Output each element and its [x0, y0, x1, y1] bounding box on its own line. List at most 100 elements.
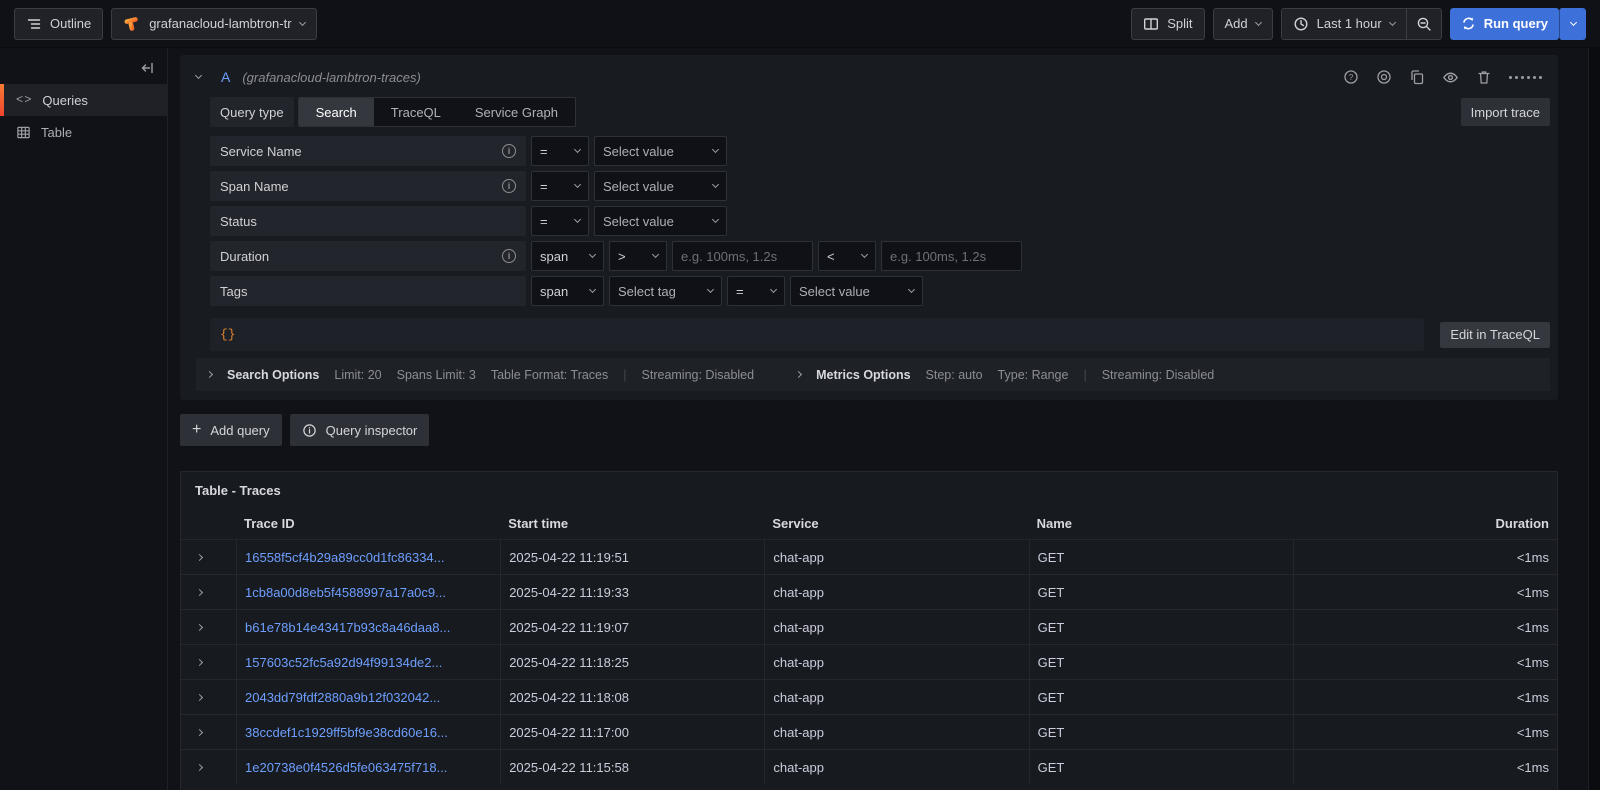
duration-input[interactable]	[672, 241, 813, 271]
query-inspector-button[interactable]: Query inspector	[290, 414, 430, 446]
chevron-right-icon[interactable]	[795, 371, 802, 378]
svg-text:?: ?	[1349, 73, 1354, 82]
operator-select[interactable]: =	[531, 206, 589, 236]
chevron-down-icon	[652, 251, 659, 258]
info-circle-icon[interactable]: i	[502, 179, 516, 193]
cell-duration: <1ms	[1293, 715, 1557, 749]
disable-query-icon[interactable]	[1376, 69, 1392, 85]
import-trace-button[interactable]: Import trace	[1461, 98, 1550, 126]
cell-trace-id: 2043dd79fdf2880a9b12f032042...	[236, 680, 500, 714]
content-outline-sidebar: <> Queries Table	[0, 48, 168, 790]
table-row: 16558f5cf4b29a89cc0d1fc86334...2025-04-2…	[181, 539, 1557, 574]
collapse-left-icon[interactable]	[139, 60, 155, 76]
value-select[interactable]: Select value	[594, 171, 727, 201]
row-expander[interactable]	[181, 575, 236, 609]
cell-name: GET	[1029, 715, 1293, 749]
trace-id-link[interactable]: 1e20738e0f4526d5fe063475f718...	[245, 760, 447, 775]
value-select[interactable]: Select value	[790, 276, 923, 306]
run-query-options-button[interactable]	[1559, 8, 1586, 40]
column-header-name[interactable]: Name	[1029, 508, 1293, 539]
trace-id-link[interactable]: 16558f5cf4b29a89cc0d1fc86334...	[245, 550, 445, 565]
operator-select[interactable]: =	[531, 136, 589, 166]
chevron-right-icon[interactable]	[206, 371, 213, 378]
chevron-down-icon	[299, 18, 306, 25]
chevron-right-icon	[196, 728, 203, 735]
query-type-search[interactable]: Search	[299, 98, 374, 126]
duration-input-field[interactable]	[890, 249, 1013, 264]
zoom-out-time-button[interactable]	[1406, 9, 1441, 39]
sidebar-item-table[interactable]: Table	[0, 116, 167, 148]
tag-select[interactable]: Select tag	[609, 276, 722, 306]
scope-select[interactable]: span	[531, 276, 604, 306]
add-label: Add	[1225, 16, 1248, 31]
datasource-picker[interactable]: grafanacloud-lambtron-tr	[111, 8, 316, 40]
chevron-right-icon	[196, 658, 203, 665]
chevron-down-icon	[861, 251, 868, 258]
query-collapse-chevron[interactable]	[195, 72, 202, 79]
info-circle-icon[interactable]: i	[502, 144, 516, 158]
drag-handle-icon[interactable]	[1509, 76, 1542, 79]
column-header-duration[interactable]: Duration	[1293, 508, 1557, 539]
row-expander[interactable]	[181, 540, 236, 574]
remove-query-icon[interactable]	[1476, 69, 1492, 85]
chevron-right-icon	[196, 553, 203, 560]
cell-service: chat-app	[764, 715, 1028, 749]
operator-select[interactable]: <	[818, 241, 876, 271]
row-expander[interactable]	[181, 715, 236, 749]
row-expander[interactable]	[181, 680, 236, 714]
trace-id-link[interactable]: 1cb8a00d8eb5f4588997a17a0c9...	[245, 585, 446, 600]
row-expander[interactable]	[181, 645, 236, 679]
cell-service: chat-app	[764, 750, 1028, 784]
sync-icon	[1461, 16, 1476, 31]
sidebar-item-queries[interactable]: <> Queries	[0, 84, 167, 116]
table-row: 157603c52fc5a92d94f99134de2...2025-04-22…	[181, 644, 1557, 679]
cell-start-time: 2025-04-22 11:19:07	[500, 610, 764, 644]
scope-select[interactable]: span	[531, 241, 604, 271]
duration-input-field[interactable]	[681, 249, 804, 264]
cell-duration: <1ms	[1293, 610, 1557, 644]
edit-in-traceql-button[interactable]: Edit in TraceQL	[1440, 322, 1550, 348]
trace-id-link[interactable]: 157603c52fc5a92d94f99134de2...	[245, 655, 442, 670]
cell-service: chat-app	[764, 610, 1028, 644]
metrics-options-title[interactable]: Metrics Options	[816, 368, 910, 382]
time-range-button[interactable]: Last 1 hour	[1282, 9, 1406, 39]
query-fields: Service Namei=Select valueSpan Namei=Sel…	[210, 136, 1550, 306]
cell-trace-id: 1e20738e0f4526d5fe063475f718...	[236, 750, 500, 784]
column-header-trace-id[interactable]: Trace ID	[236, 508, 500, 539]
divider: |	[1083, 368, 1086, 382]
duplicate-query-icon[interactable]	[1409, 69, 1425, 85]
value-select[interactable]: Select value	[594, 136, 727, 166]
scrollbar-track[interactable]	[1588, 48, 1600, 790]
help-circle-icon[interactable]: ?	[1343, 69, 1359, 85]
expander-column-header	[181, 508, 236, 539]
add-query-button[interactable]: + Add query	[180, 414, 282, 446]
hide-response-icon[interactable]	[1442, 69, 1459, 86]
query-type-traceql[interactable]: TraceQL	[374, 98, 458, 126]
traceql-preview[interactable]: {}	[210, 318, 1424, 351]
cell-duration: <1ms	[1293, 750, 1557, 784]
column-header-service[interactable]: Service	[764, 508, 1028, 539]
cell-start-time: 2025-04-22 11:17:00	[500, 715, 764, 749]
zoom-out-icon	[1416, 16, 1432, 32]
trace-id-link[interactable]: 38ccdef1c1929ff5bf9e38cd60e16...	[245, 725, 448, 740]
run-query-button[interactable]: Run query	[1450, 8, 1559, 40]
search-options-title[interactable]: Search Options	[227, 368, 319, 382]
trace-id-link[interactable]: b61e78b14e43417b93c8a46daa8...	[245, 620, 450, 635]
column-header-start-time[interactable]: Start time	[500, 508, 764, 539]
query-type-service-graph[interactable]: Service Graph	[458, 98, 575, 126]
operator-select[interactable]: >	[609, 241, 667, 271]
cell-name: GET	[1029, 680, 1293, 714]
operator-select[interactable]: =	[727, 276, 785, 306]
row-expander[interactable]	[181, 610, 236, 644]
cell-trace-id: 38ccdef1c1929ff5bf9e38cd60e16...	[236, 715, 500, 749]
add-dropdown-button[interactable]: Add	[1213, 8, 1273, 40]
info-circle-icon[interactable]: i	[502, 249, 516, 263]
outline-button[interactable]: Outline	[14, 8, 103, 40]
chevron-down-icon	[712, 146, 719, 153]
operator-select[interactable]: =	[531, 171, 589, 201]
duration-input[interactable]	[881, 241, 1022, 271]
value-select[interactable]: Select value	[594, 206, 727, 236]
split-button[interactable]: Split	[1131, 8, 1204, 40]
trace-id-link[interactable]: 2043dd79fdf2880a9b12f032042...	[245, 690, 440, 705]
row-expander[interactable]	[181, 750, 236, 784]
